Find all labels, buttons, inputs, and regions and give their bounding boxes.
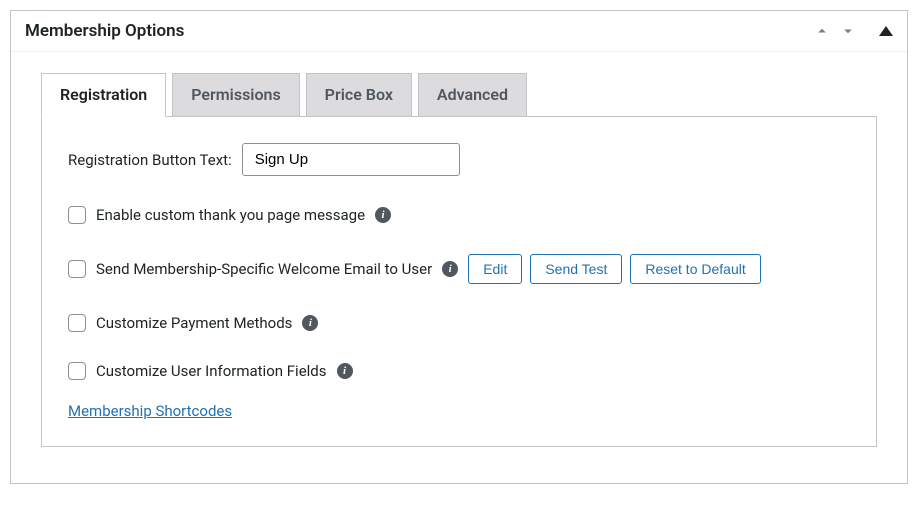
welcome-email-row: Send Membership-Specific Welcome Email t… <box>68 254 850 284</box>
registration-button-text-label: Registration Button Text: <box>68 151 232 169</box>
info-icon[interactable]: i <box>337 363 353 379</box>
registration-button-text-input[interactable] <box>242 143 460 176</box>
welcome-email-checkbox[interactable] <box>68 260 86 278</box>
thank-you-label: Enable custom thank you page message <box>96 206 365 224</box>
payment-methods-label: Customize Payment Methods <box>96 314 292 332</box>
payment-methods-checkbox[interactable] <box>68 314 86 332</box>
chevron-up-icon[interactable] <box>813 22 831 40</box>
send-test-button[interactable]: Send Test <box>530 254 622 284</box>
panel-body: Registration Permissions Price Box Advan… <box>11 52 907 483</box>
chevron-down-icon[interactable] <box>839 22 857 40</box>
info-icon[interactable]: i <box>442 261 458 277</box>
tab-price-box[interactable]: Price Box <box>306 73 412 117</box>
panel-title: Membership Options <box>25 21 184 41</box>
tabs: Registration Permissions Price Box Advan… <box>41 72 877 116</box>
welcome-email-buttons: Edit Send Test Reset to Default <box>468 254 761 284</box>
user-info-checkbox[interactable] <box>68 362 86 380</box>
info-icon[interactable]: i <box>375 207 391 223</box>
info-icon[interactable]: i <box>302 315 318 331</box>
toggle-triangle-icon[interactable] <box>879 26 893 36</box>
thank-you-row: Enable custom thank you page message i <box>68 206 850 224</box>
membership-shortcodes-link[interactable]: Membership Shortcodes <box>68 402 232 420</box>
tab-registration[interactable]: Registration <box>41 73 166 117</box>
membership-options-panel: Membership Options Registration Permissi… <box>10 10 908 484</box>
registration-button-text-row: Registration Button Text: <box>68 143 850 176</box>
tab-advanced[interactable]: Advanced <box>418 73 527 117</box>
edit-button[interactable]: Edit <box>468 254 522 284</box>
welcome-email-label: Send Membership-Specific Welcome Email t… <box>96 260 432 278</box>
tab-permissions[interactable]: Permissions <box>172 73 299 117</box>
reset-to-default-button[interactable]: Reset to Default <box>630 254 760 284</box>
user-info-label: Customize User Information Fields <box>96 362 327 380</box>
thank-you-checkbox[interactable] <box>68 206 86 224</box>
user-info-row: Customize User Information Fields i <box>68 362 850 380</box>
panel-controls <box>813 22 893 40</box>
payment-methods-row: Customize Payment Methods i <box>68 314 850 332</box>
tab-content-registration: Registration Button Text: Enable custom … <box>41 116 877 447</box>
panel-header: Membership Options <box>11 11 907 52</box>
